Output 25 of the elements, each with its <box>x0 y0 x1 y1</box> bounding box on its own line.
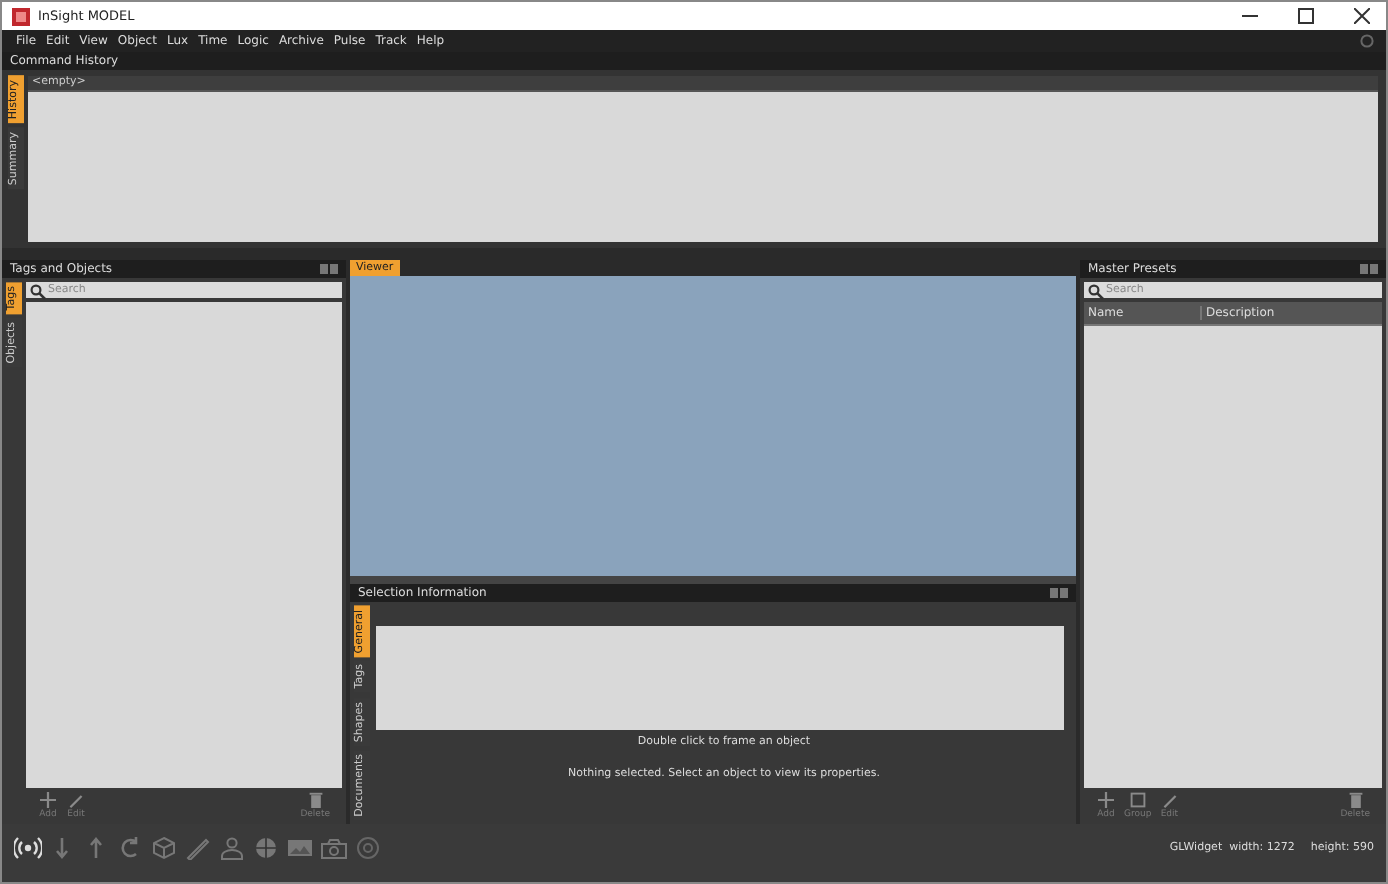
pencil-icon[interactable] <box>184 835 212 859</box>
trash-icon <box>1345 792 1366 808</box>
cube-icon[interactable] <box>150 835 178 859</box>
plus-icon <box>38 792 58 808</box>
maximize-icon[interactable] <box>1298 8 1314 24</box>
person-icon[interactable] <box>218 835 246 859</box>
dock-icon[interactable] <box>1360 264 1378 274</box>
pencil-icon <box>66 792 86 808</box>
restore-icon[interactable] <box>1360 34 1374 48</box>
trash-icon <box>305 792 326 808</box>
square-icon <box>1127 792 1148 808</box>
app-logo-icon <box>12 7 30 25</box>
plus-icon <box>1096 792 1116 808</box>
search-icon <box>30 283 46 299</box>
broadcast-icon[interactable] <box>14 835 42 859</box>
pencil-icon <box>1159 792 1180 808</box>
viewport[interactable] <box>350 276 1076 584</box>
image-icon[interactable] <box>286 835 314 859</box>
dock-icon[interactable] <box>320 264 338 274</box>
globe-icon[interactable] <box>252 835 280 859</box>
target-icon[interactable] <box>354 835 382 859</box>
camera-icon[interactable] <box>320 835 348 859</box>
close-icon[interactable] <box>1354 8 1370 24</box>
search-icon <box>1088 283 1104 299</box>
dock-icon[interactable] <box>1050 587 1068 598</box>
